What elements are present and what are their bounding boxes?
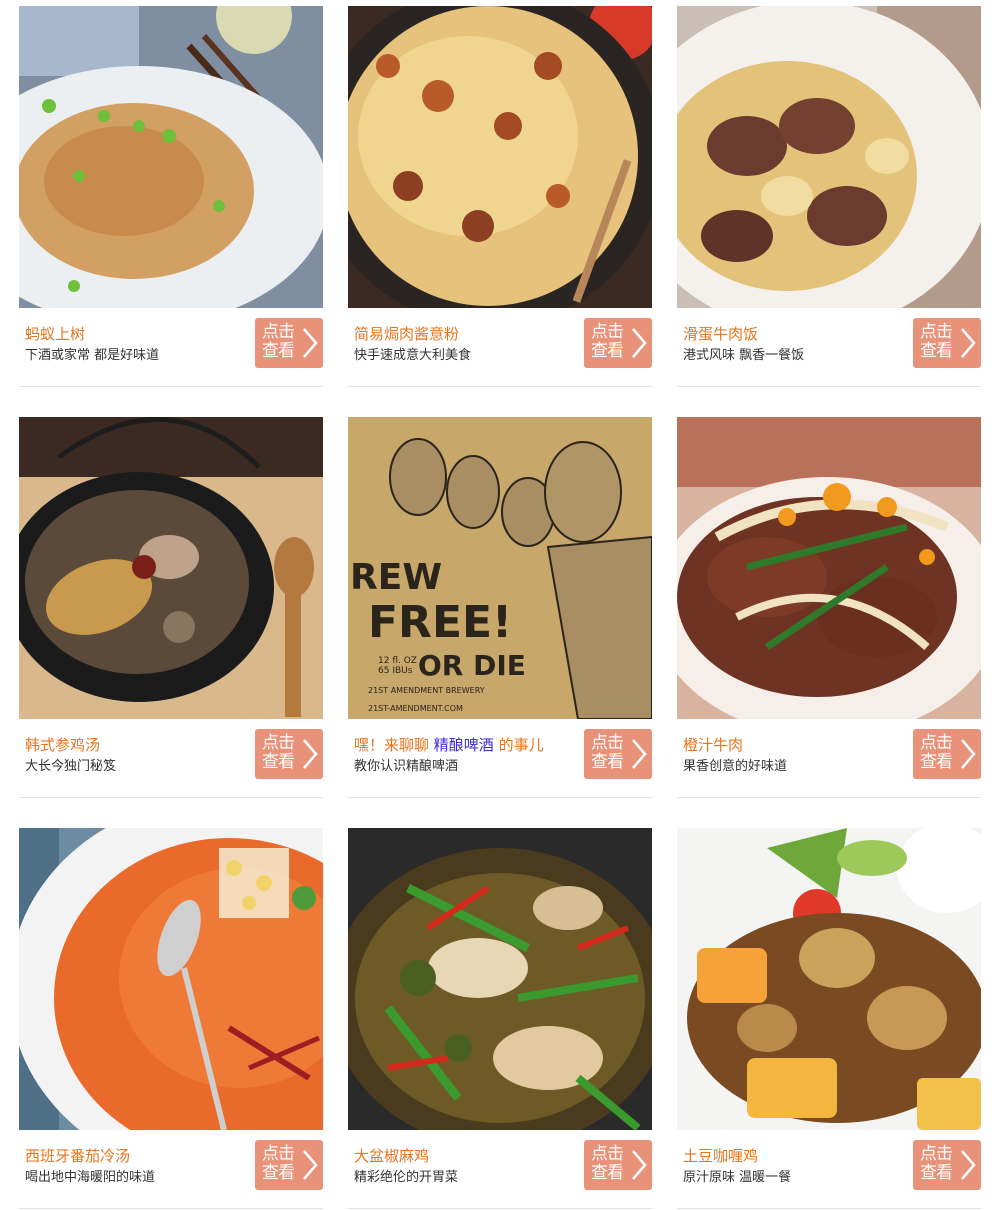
button-label-line2: 查看: [591, 1163, 624, 1183]
view-button[interactable]: 点击 查看: [913, 318, 981, 368]
button-label-line2: 查看: [591, 341, 624, 361]
recipe-card: REW FREE! OR DIE 12 fl. OZ 65 IBUs 21ST …: [348, 417, 653, 799]
button-label-line2: 查看: [262, 1163, 295, 1183]
recipe-photo-gazpacho[interactable]: [19, 828, 323, 1130]
card-divider: [19, 1208, 323, 1209]
card-divider: [348, 797, 652, 798]
poster-brewery: 21ST AMENDMENT BREWERY: [368, 686, 485, 695]
recipe-description: 原汁原味 温暖一餐: [683, 1170, 792, 1185]
recipe-title[interactable]: 土豆咖喱鸡: [683, 1146, 758, 1166]
card-divider: [677, 1208, 981, 1209]
view-button[interactable]: 点击 查看: [255, 1140, 323, 1190]
recipe-card: 简易焗肉酱意粉 快手速成意大利美食 点击 查看: [348, 6, 653, 388]
button-label-line1: 点击: [920, 733, 953, 753]
card-divider: [19, 386, 323, 387]
button-label-line2: 查看: [920, 341, 953, 361]
button-label-line2: 查看: [920, 752, 953, 772]
chevron-right-icon: [632, 328, 647, 358]
chevron-right-icon: [303, 739, 318, 769]
recipe-photo-craft-beer-poster[interactable]: REW FREE! OR DIE 12 fl. OZ 65 IBUs 21ST …: [348, 417, 652, 719]
card-divider: [19, 797, 323, 798]
recipe-card: 西班牙番茄冷汤 喝出地中海暖阳的味道 点击 查看: [19, 828, 324, 1210]
poster-headline-1: REW: [350, 557, 442, 598]
button-label-line1: 点击: [262, 1144, 295, 1164]
poster-headline-3: OR DIE: [418, 649, 526, 682]
recipe-title[interactable]: 大盆椒麻鸡: [354, 1146, 429, 1166]
recipe-photo-orange-beef[interactable]: [677, 417, 981, 719]
recipe-title[interactable]: 韩式参鸡汤: [25, 735, 100, 755]
recipe-description: 教你认识精酿啤酒: [354, 759, 459, 774]
recipe-photo-beef-egg-rice[interactable]: [677, 6, 981, 308]
chevron-right-icon: [961, 739, 976, 769]
poster-url: 21ST-AMENDMENT.COM: [368, 704, 463, 713]
recipe-title[interactable]: 橙汁牛肉: [683, 735, 743, 755]
chevron-right-icon: [632, 739, 647, 769]
recipe-card: 滑蛋牛肉饭 港式风味 飘香一餐饭 点击 查看: [677, 6, 982, 388]
recipe-title[interactable]: 简易焗肉酱意粉: [354, 324, 459, 344]
recipe-description: 果香创意的好味道: [683, 759, 788, 774]
button-label-line2: 查看: [920, 1163, 953, 1183]
recipe-card: 橙汁牛肉 果香创意的好味道 点击 查看: [677, 417, 982, 799]
recipe-description: 港式风味 飘香一餐饭: [683, 348, 805, 363]
recipe-description: 喝出地中海暖阳的味道: [25, 1170, 156, 1185]
card-divider: [348, 386, 652, 387]
chevron-right-icon: [961, 328, 976, 358]
recipe-photo-baked-spaghetti[interactable]: [348, 6, 652, 308]
poster-headline-2: FREE!: [368, 597, 512, 648]
button-label-line1: 点击: [591, 733, 624, 753]
button-label-line2: 查看: [591, 752, 624, 772]
recipe-title[interactable]: 滑蛋牛肉饭: [683, 324, 758, 344]
recipe-photo-pepper-chicken[interactable]: [348, 828, 652, 1130]
button-label-line1: 点击: [920, 322, 953, 342]
button-label-line1: 点击: [920, 1144, 953, 1164]
poster-ibus: 65 IBUs: [378, 666, 413, 676]
chevron-right-icon: [303, 328, 318, 358]
poster-specs: 12 fl. OZ: [378, 656, 417, 666]
button-label-line2: 查看: [262, 341, 295, 361]
title-highlight: 精酿啤酒: [433, 736, 494, 754]
view-button[interactable]: 点击 查看: [584, 729, 652, 779]
button-label-line1: 点击: [591, 322, 624, 342]
chevron-right-icon: [303, 1150, 318, 1180]
card-divider: [677, 797, 981, 798]
title-suffix: 的事儿: [493, 736, 544, 754]
view-button[interactable]: 点击 查看: [255, 318, 323, 368]
chevron-right-icon: [961, 1150, 976, 1180]
view-button[interactable]: 点击 查看: [913, 1140, 981, 1190]
recipe-description: 大长今独门秘笈: [25, 759, 117, 774]
view-button[interactable]: 点击 查看: [255, 729, 323, 779]
button-label-line1: 点击: [262, 322, 295, 342]
recipe-card: 大盆椒麻鸡 精彩绝伦的开胃菜 点击 查看: [348, 828, 653, 1210]
recipe-description: 下酒或家常 都是好味道: [25, 348, 160, 363]
recipe-title[interactable]: 嘿！来聊聊 精酿啤酒 的事儿: [354, 735, 544, 755]
button-label-line2: 查看: [262, 752, 295, 772]
card-divider: [348, 1208, 652, 1209]
recipe-card: 韩式参鸡汤 大长今独门秘笈 点击 查看: [19, 417, 324, 799]
recipe-title[interactable]: 蚂蚁上树: [25, 324, 85, 344]
view-button[interactable]: 点击 查看: [913, 729, 981, 779]
recipe-grid: 蚂蚁上树 下酒或家常 都是好味道 点击 查看 简易焗肉酱意粉 快手速成意大利美食…: [0, 0, 1001, 1210]
recipe-photo-potato-curry-chicken[interactable]: [677, 828, 981, 1130]
recipe-photo-glass-noodles[interactable]: [19, 6, 323, 308]
button-label-line1: 点击: [262, 733, 295, 753]
chevron-right-icon: [632, 1150, 647, 1180]
recipe-photo-ginseng-chicken-soup[interactable]: [19, 417, 323, 719]
recipe-title[interactable]: 西班牙番茄冷汤: [25, 1146, 130, 1166]
recipe-description: 快手速成意大利美食: [354, 348, 472, 363]
recipe-card: 蚂蚁上树 下酒或家常 都是好味道 点击 查看: [19, 6, 324, 388]
card-divider: [677, 386, 981, 387]
button-label-line1: 点击: [591, 1144, 624, 1164]
recipe-card: 土豆咖喱鸡 原汁原味 温暖一餐 点击 查看: [677, 828, 982, 1210]
view-button[interactable]: 点击 查看: [584, 1140, 652, 1190]
title-prefix: 嘿！来聊聊: [354, 736, 434, 754]
view-button[interactable]: 点击 查看: [584, 318, 652, 368]
recipe-description: 精彩绝伦的开胃菜: [354, 1170, 459, 1185]
